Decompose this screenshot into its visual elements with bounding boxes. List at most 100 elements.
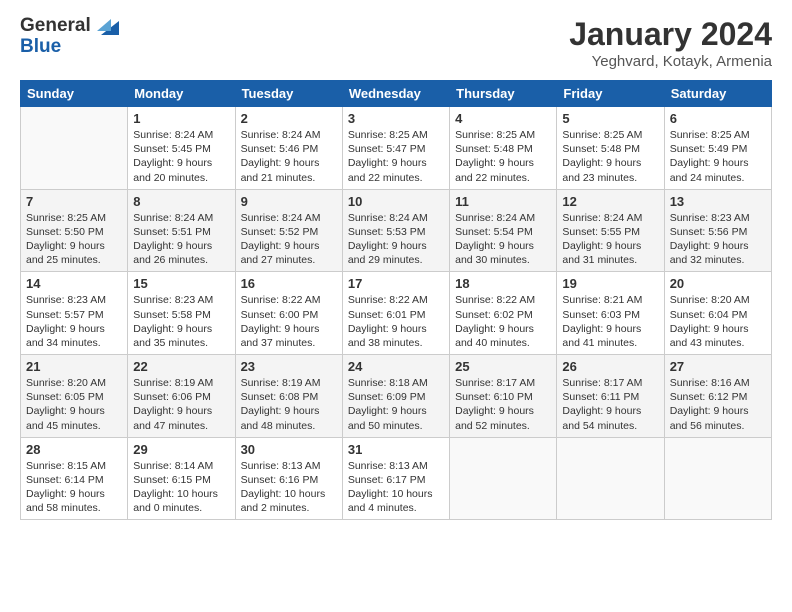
day-content: Sunrise: 8:24 AM Sunset: 5:53 PM Dayligh… [348, 211, 444, 268]
day-number: 2 [241, 111, 337, 126]
day-number: 27 [670, 359, 766, 374]
calendar-week-row: 21 Sunrise: 8:20 AM Sunset: 6:05 PM Dayli… [21, 355, 772, 438]
day-number: 14 [26, 276, 122, 291]
day-number: 20 [670, 276, 766, 291]
title-block: January 2024 Yeghvard, Kotayk, Armenia [569, 16, 772, 70]
col-wednesday: Wednesday [342, 81, 449, 107]
day-number: 16 [241, 276, 337, 291]
day-content: Sunrise: 8:23 AM Sunset: 5:57 PM Dayligh… [26, 293, 122, 350]
day-content: Sunrise: 8:22 AM Sunset: 6:01 PM Dayligh… [348, 293, 444, 350]
table-row: 29Sunrise: 8:14 AM Sunset: 6:15 PM Dayli… [128, 437, 235, 520]
col-sunday: Sunday [21, 81, 128, 107]
table-row: 11 Sunrise: 8:24 AM Sunset: 5:54 PM Dayli… [450, 189, 557, 272]
day-number: 8 [133, 194, 229, 209]
day-number: 24 [348, 359, 444, 374]
calendar-week-row: 7 Sunrise: 8:25 AM Sunset: 5:50 PM Daylig… [21, 189, 772, 272]
logo-blue: Blue [20, 37, 119, 56]
calendar-week-row: 1Sunrise: 8:24 AM Sunset: 5:45 PM Daylig… [21, 107, 772, 190]
day-content: Sunrise: 8:20 AM Sunset: 6:05 PM Dayligh… [26, 376, 122, 433]
day-content: Sunrise: 8:19 AM Sunset: 6:06 PM Dayligh… [133, 376, 229, 433]
day-content: Sunrise: 8:19 AM Sunset: 6:08 PM Dayligh… [241, 376, 337, 433]
table-row: 22 Sunrise: 8:19 AM Sunset: 6:06 PM Dayli… [128, 355, 235, 438]
day-content: Sunrise: 8:13 AM Sunset: 6:16 PM Dayligh… [241, 459, 337, 516]
day-content: Sunrise: 8:14 AM Sunset: 6:15 PM Dayligh… [133, 459, 229, 516]
table-row: 8 Sunrise: 8:24 AM Sunset: 5:51 PM Daylig… [128, 189, 235, 272]
logo: General Blue [20, 16, 119, 56]
day-content: Sunrise: 8:25 AM Sunset: 5:49 PM Dayligh… [670, 128, 766, 185]
day-content: Sunrise: 8:17 AM Sunset: 6:10 PM Dayligh… [455, 376, 551, 433]
day-content: Sunrise: 8:24 AM Sunset: 5:51 PM Dayligh… [133, 211, 229, 268]
day-number: 22 [133, 359, 229, 374]
table-row: 23 Sunrise: 8:19 AM Sunset: 6:08 PM Dayli… [235, 355, 342, 438]
day-content: Sunrise: 8:25 AM Sunset: 5:48 PM Dayligh… [455, 128, 551, 185]
day-content: Sunrise: 8:22 AM Sunset: 6:02 PM Dayligh… [455, 293, 551, 350]
page-header: General Blue January 2024 Yeghvard, Kota… [20, 16, 772, 70]
table-row [557, 437, 664, 520]
day-number: 21 [26, 359, 122, 374]
table-row: 16 Sunrise: 8:22 AM Sunset: 6:00 PM Dayli… [235, 272, 342, 355]
day-content: Sunrise: 8:21 AM Sunset: 6:03 PM Dayligh… [562, 293, 658, 350]
logo-icon [97, 17, 119, 35]
day-number: 31 [348, 442, 444, 457]
day-content: Sunrise: 8:24 AM Sunset: 5:54 PM Dayligh… [455, 211, 551, 268]
location: Yeghvard, Kotayk, Armenia [569, 53, 772, 70]
day-content: Sunrise: 8:24 AM Sunset: 5:55 PM Dayligh… [562, 211, 658, 268]
table-row: 21 Sunrise: 8:20 AM Sunset: 6:05 PM Dayli… [21, 355, 128, 438]
day-content: Sunrise: 8:25 AM Sunset: 5:50 PM Dayligh… [26, 211, 122, 268]
table-row: 27 Sunrise: 8:16 AM Sunset: 6:12 PM Dayli… [664, 355, 771, 438]
logo-general: General [20, 15, 91, 36]
table-row: 20Sunrise: 8:20 AM Sunset: 6:04 PM Dayli… [664, 272, 771, 355]
day-number: 23 [241, 359, 337, 374]
table-row: 30 Sunrise: 8:13 AM Sunset: 6:16 PM Dayli… [235, 437, 342, 520]
col-friday: Friday [557, 81, 664, 107]
table-row: 15Sunrise: 8:23 AM Sunset: 5:58 PM Dayli… [128, 272, 235, 355]
table-row [664, 437, 771, 520]
day-number: 1 [133, 111, 229, 126]
col-saturday: Saturday [664, 81, 771, 107]
day-number: 10 [348, 194, 444, 209]
calendar-week-row: 14 Sunrise: 8:23 AM Sunset: 5:57 PM Dayli… [21, 272, 772, 355]
day-number: 30 [241, 442, 337, 457]
day-number: 11 [455, 194, 551, 209]
calendar-header-row: Sunday Monday Tuesday Wednesday Thursday… [21, 81, 772, 107]
day-number: 17 [348, 276, 444, 291]
table-row: 12 Sunrise: 8:24 AM Sunset: 5:55 PM Dayli… [557, 189, 664, 272]
table-row: 7 Sunrise: 8:25 AM Sunset: 5:50 PM Daylig… [21, 189, 128, 272]
day-number: 5 [562, 111, 658, 126]
table-row: 3Sunrise: 8:25 AM Sunset: 5:47 PM Daylig… [342, 107, 449, 190]
day-number: 18 [455, 276, 551, 291]
day-number: 7 [26, 194, 122, 209]
table-row: 17 Sunrise: 8:22 AM Sunset: 6:01 PM Dayli… [342, 272, 449, 355]
table-row: 25Sunrise: 8:17 AM Sunset: 6:10 PM Dayli… [450, 355, 557, 438]
table-row [21, 107, 128, 190]
col-monday: Monday [128, 81, 235, 107]
table-row: 28Sunrise: 8:15 AM Sunset: 6:14 PM Dayli… [21, 437, 128, 520]
table-row: 5Sunrise: 8:25 AM Sunset: 5:48 PM Daylig… [557, 107, 664, 190]
table-row: 24 Sunrise: 8:18 AM Sunset: 6:09 PM Dayli… [342, 355, 449, 438]
day-number: 26 [562, 359, 658, 374]
day-number: 19 [562, 276, 658, 291]
day-content: Sunrise: 8:17 AM Sunset: 6:11 PM Dayligh… [562, 376, 658, 433]
calendar-table: Sunday Monday Tuesday Wednesday Thursday… [20, 80, 772, 520]
day-content: Sunrise: 8:18 AM Sunset: 6:09 PM Dayligh… [348, 376, 444, 433]
day-content: Sunrise: 8:16 AM Sunset: 6:12 PM Dayligh… [670, 376, 766, 433]
day-content: Sunrise: 8:15 AM Sunset: 6:14 PM Dayligh… [26, 459, 122, 516]
col-thursday: Thursday [450, 81, 557, 107]
day-number: 12 [562, 194, 658, 209]
table-row: 26 Sunrise: 8:17 AM Sunset: 6:11 PM Dayli… [557, 355, 664, 438]
day-content: Sunrise: 8:24 AM Sunset: 5:52 PM Dayligh… [241, 211, 337, 268]
table-row: 2 Sunrise: 8:24 AM Sunset: 5:46 PM Daylig… [235, 107, 342, 190]
table-row [450, 437, 557, 520]
day-content: Sunrise: 8:22 AM Sunset: 6:00 PM Dayligh… [241, 293, 337, 350]
day-content: Sunrise: 8:24 AM Sunset: 5:46 PM Dayligh… [241, 128, 337, 185]
day-content: Sunrise: 8:13 AM Sunset: 6:17 PM Dayligh… [348, 459, 444, 516]
month-title: January 2024 [569, 16, 772, 53]
page-container: General Blue January 2024 Yeghvard, Kota… [0, 0, 792, 530]
table-row: 10 Sunrise: 8:24 AM Sunset: 5:53 PM Dayli… [342, 189, 449, 272]
day-number: 6 [670, 111, 766, 126]
table-row: 19 Sunrise: 8:21 AM Sunset: 6:03 PM Dayli… [557, 272, 664, 355]
table-row: 18 Sunrise: 8:22 AM Sunset: 6:02 PM Dayli… [450, 272, 557, 355]
day-number: 9 [241, 194, 337, 209]
col-tuesday: Tuesday [235, 81, 342, 107]
table-row: 9 Sunrise: 8:24 AM Sunset: 5:52 PM Daylig… [235, 189, 342, 272]
